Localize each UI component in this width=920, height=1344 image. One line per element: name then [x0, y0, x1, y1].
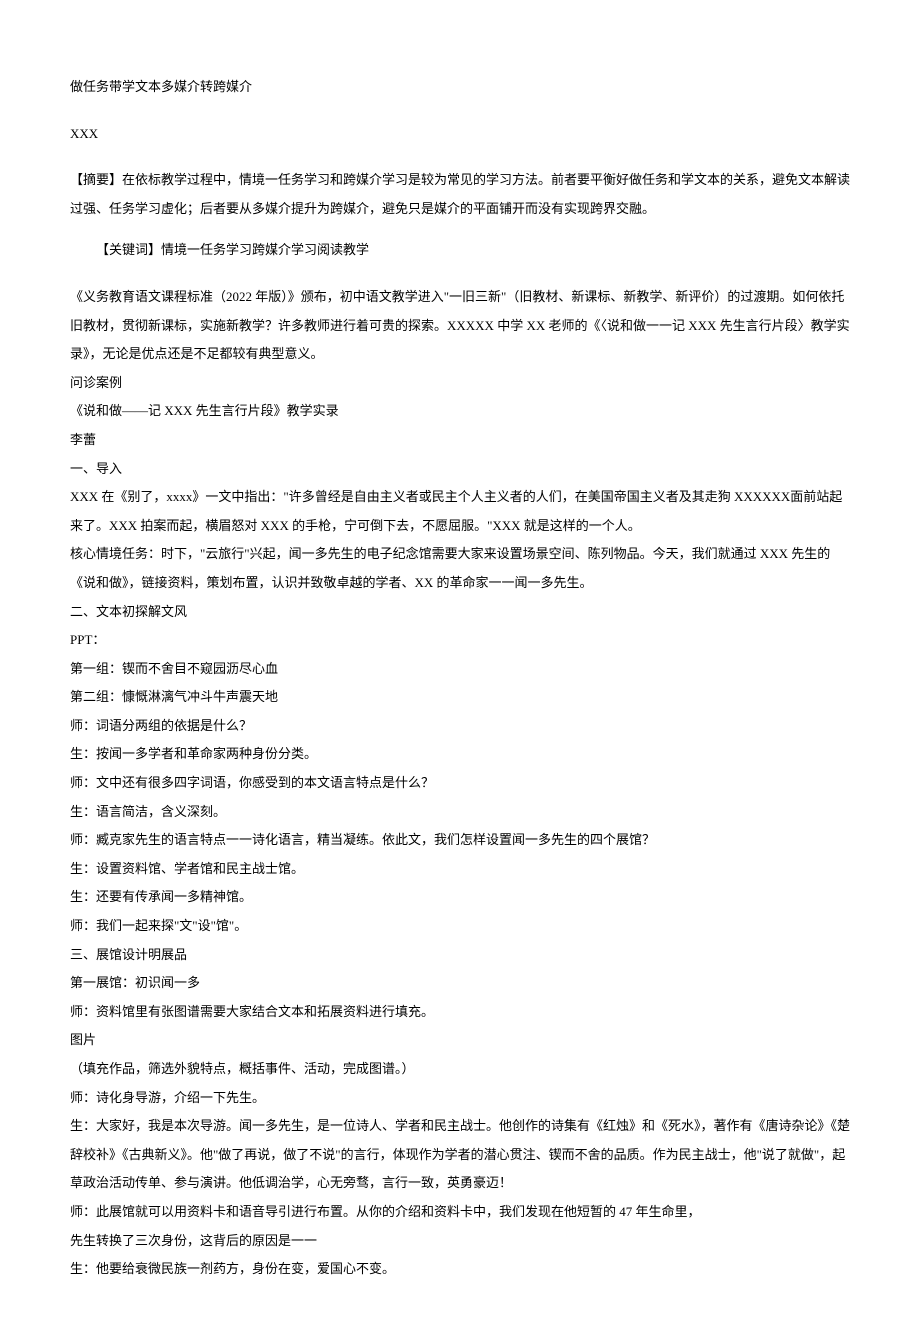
- body-paragraph: 生：按闻一多学者和革命家两种身份分类。: [70, 740, 850, 769]
- body-paragraph: 生：设置资料馆、学者馆和民主战士馆。: [70, 855, 850, 884]
- abstract: 【摘要】在依标教学过程中，情境一任务学习和跨媒介学习是较为常见的学习方法。前者要…: [70, 166, 850, 223]
- body-paragraph: 第一组：锲而不舍目不窥园沥尽心血: [70, 655, 850, 684]
- body-paragraph: 先生转换了三次身份，这背后的原因是一一: [70, 1227, 850, 1256]
- body-paragraph: 师：资料馆里有张图谱需要大家结合文本和拓展资料进行填充。: [70, 998, 850, 1027]
- body-paragraph: 师：词语分两组的依据是什么？: [70, 712, 850, 741]
- body-paragraph: 师：此展馆就可以用资料卡和语音导引进行布置。从你的介绍和资料卡中，我们发现在他短…: [70, 1198, 850, 1227]
- body-paragraph: 生：语言简洁，含义深刻。: [70, 798, 850, 827]
- body-paragraph: 生：大家好，我是本次导游。闻一多先生，是一位诗人、学者和民主战士。他创作的诗集有…: [70, 1112, 850, 1198]
- body-paragraph: （填充作品，筛选外貌特点，概括事件、活动，完成图谱。）: [70, 1055, 850, 1084]
- body-paragraph: 核心情境任务：时下，"云旅行"兴起，闻一多先生的电子纪念馆需要大家来设置场景空间…: [70, 540, 850, 597]
- document-title: 做任务带学文本多媒介转跨媒介: [70, 73, 850, 102]
- body-paragraph: 《义务教育语文课程标准（2022 年版）》颁布，初中语文教学进入"一旧三新"（旧…: [70, 283, 850, 369]
- keywords: 【关键词】情境一任务学习跨媒介学习阅读教学: [70, 236, 850, 265]
- body-paragraph: 生：他要给衰微民族一剂药方，身份在变，爱国心不变。: [70, 1255, 850, 1284]
- body-paragraph: PPT：: [70, 626, 850, 655]
- author-name: XXX: [70, 120, 850, 149]
- body-paragraph: 师：文中还有很多四字词语，你感受到的本文语言特点是什么？: [70, 769, 850, 798]
- body-paragraph: 师：臧克家先生的语言特点一一诗化语言，精当凝练。依此文，我们怎样设置闻一多先生的…: [70, 826, 850, 855]
- body-paragraph: 师：诗化身导游，介绍一下先生。: [70, 1084, 850, 1113]
- body-paragraph: 二、文本初探解文风: [70, 598, 850, 627]
- body-paragraph: 生：还要有传承闻一多精神馆。: [70, 883, 850, 912]
- body-paragraph: 问诊案例: [70, 369, 850, 398]
- body-paragraph: 一、导入: [70, 455, 850, 484]
- body-paragraph: XXX 在《别了，xxxx》一文中指出："许多曾经是自由主义者或民主个人主义者的…: [70, 483, 850, 540]
- body-paragraph: 三、展馆设计明展品: [70, 941, 850, 970]
- body-paragraph: 第一展馆：初识闻一多: [70, 969, 850, 998]
- body-paragraph: 第二组：慷慨淋漓气冲斗牛声震天地: [70, 683, 850, 712]
- body-paragraph: 图片: [70, 1026, 850, 1055]
- body-paragraph: 《说和做——记 XXX 先生言行片段》教学实录: [70, 397, 850, 426]
- body-paragraph: 李蕾: [70, 426, 850, 455]
- body-paragraph: 师：我们一起来探"文"设"馆"。: [70, 912, 850, 941]
